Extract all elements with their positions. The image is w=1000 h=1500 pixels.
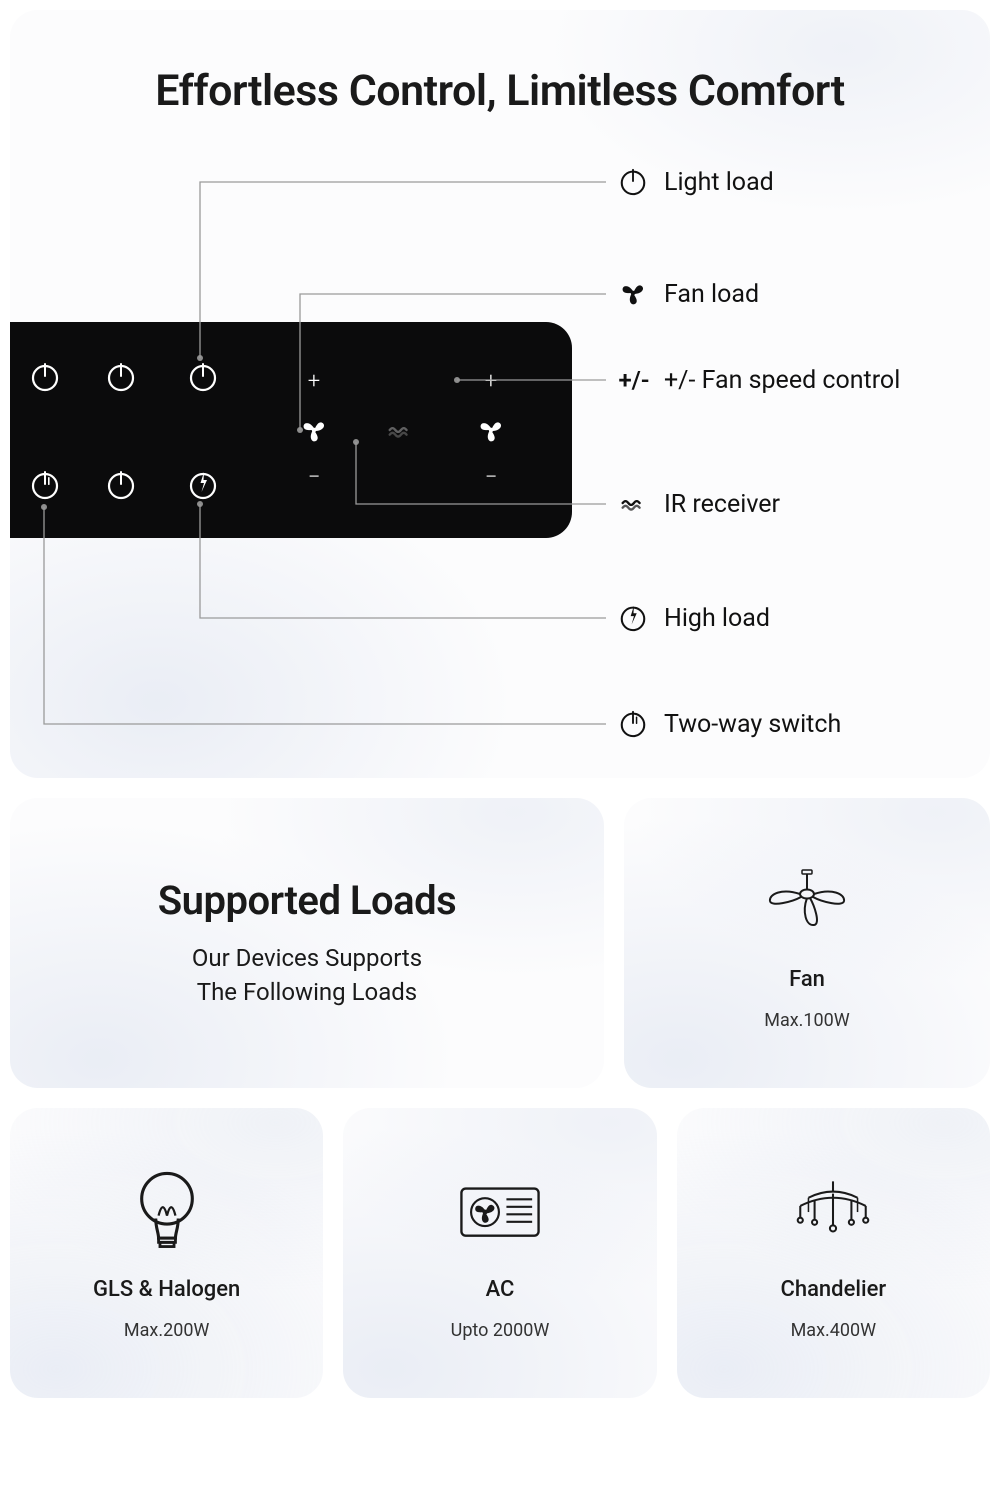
minus-icon: −: [485, 467, 498, 489]
callout-text: +/- Fan speed control: [664, 366, 900, 395]
panel-power-1: [10, 322, 80, 430]
callout-text: Two-way switch: [664, 710, 841, 739]
callout-light-load: Light load: [618, 166, 774, 198]
fan-icon: [299, 415, 329, 445]
callout-text: Fan load: [664, 280, 759, 309]
callout-text: IR receiver: [664, 490, 780, 519]
panel-fan-control-1: + −: [244, 371, 384, 489]
load-name: Chandelier: [780, 1277, 886, 1302]
hero-title: Effortless Control, Limitless Comfort: [10, 10, 990, 116]
load-name: GLS & Halogen: [93, 1277, 240, 1302]
power-icon: [618, 166, 650, 198]
plus-minus-icon: +/-: [618, 364, 650, 396]
ac-unit-icon: [455, 1165, 545, 1259]
power-bolt-icon: [618, 602, 650, 634]
fan-icon: [476, 415, 506, 445]
load-tile-gls: GLS & Halogen Max.200W: [10, 1108, 323, 1398]
load-max: Max.200W: [124, 1320, 210, 1341]
load-tile-chandelier: Chandelier Max.400W: [677, 1108, 990, 1398]
load-max: Max.400W: [791, 1320, 877, 1341]
minus-icon: −: [308, 467, 321, 489]
callout-high-load: High load: [618, 602, 770, 634]
hero-diagram-card: Effortless Control, Limitless Comfort + …: [10, 10, 990, 778]
callout-fan-load: Fan load: [618, 278, 759, 310]
ceiling-fan-icon: [762, 855, 852, 949]
loads-header-card: Supported Loads Our Devices Supports The…: [10, 798, 604, 1088]
panel-fan-control-2: + −: [416, 371, 566, 489]
load-max: Upto 2000W: [451, 1320, 550, 1341]
panel-power-5: [80, 430, 162, 538]
callout-speed-control: +/- +/- Fan speed control: [618, 364, 900, 396]
loads-subtitle-1: Our Devices Supports: [192, 944, 422, 972]
panel-power-2: [80, 322, 162, 430]
plus-icon: +: [308, 371, 320, 393]
chandelier-icon: [788, 1165, 878, 1259]
fan-icon: [618, 278, 650, 310]
load-name: AC: [486, 1277, 515, 1302]
loads-subtitle-2: The Following Loads: [197, 978, 417, 1006]
callout-text: High load: [664, 604, 770, 633]
plus-icon: +: [485, 371, 497, 393]
load-tile-fan: Fan Max.100W: [624, 798, 990, 1088]
loads-title: Supported Loads: [158, 877, 457, 924]
panel-two-way-icon: [10, 430, 80, 538]
load-name: Fan: [789, 967, 825, 992]
callout-ir: IR receiver: [618, 488, 780, 520]
ir-icon: [618, 488, 650, 520]
panel-power-3: [162, 322, 244, 430]
load-max: Max.100W: [764, 1010, 850, 1031]
bulb-icon: [122, 1165, 212, 1259]
panel-high-load-icon: [162, 430, 244, 538]
callout-two-way: Two-way switch: [618, 708, 841, 740]
power-1-icon: [618, 708, 650, 740]
callout-text: Light load: [664, 168, 774, 197]
switch-panel: + − + −: [10, 322, 572, 538]
load-tile-ac: AC Upto 2000W: [343, 1108, 656, 1398]
panel-ir-icon: [384, 415, 416, 445]
